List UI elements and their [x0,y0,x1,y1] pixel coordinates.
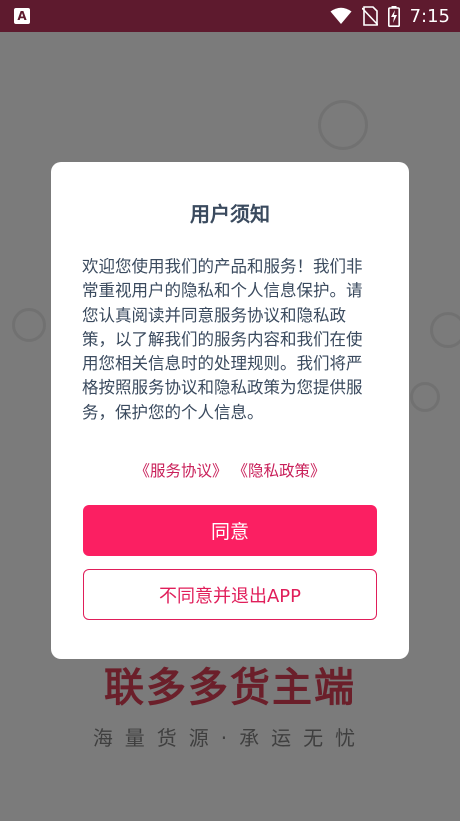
dialog-title: 用户须知 [190,202,270,226]
service-agreement-link[interactable]: 《服务协议》 [135,462,228,480]
status-bar: A 7:15 [0,0,460,32]
no-sim-icon [361,6,378,26]
privacy-policy-link[interactable]: 《隐私政策》 [232,462,325,480]
decor-circle [430,312,460,348]
clock: 7:15 [409,5,450,27]
policy-links: 《服务协议》 《隐私政策》 [82,459,378,481]
status-icons: 7:15 [330,0,450,32]
app-title: 联多多货主端 [104,665,356,711]
agree-button[interactable]: 同意 [83,505,377,556]
wifi-icon [330,7,352,24]
disagree-exit-button[interactable]: 不同意并退出APP [83,569,377,620]
decor-circle [410,382,440,412]
user-notice-dialog: 用户须知 欢迎您使用我们的产品和服务！我们非常重视用户的隐私和个人信息保护。请您… [51,162,409,659]
app-notification-icon: A [14,8,30,24]
decor-circle [12,308,46,342]
app-subtitle: 海量货源·承运无忧 [92,726,368,750]
battery-charging-icon [387,5,400,27]
dialog-body: 欢迎您使用我们的产品和服务！我们非常重视用户的隐私和个人信息保护。请您认真阅读并… [82,257,363,422]
decor-circle [318,100,368,150]
